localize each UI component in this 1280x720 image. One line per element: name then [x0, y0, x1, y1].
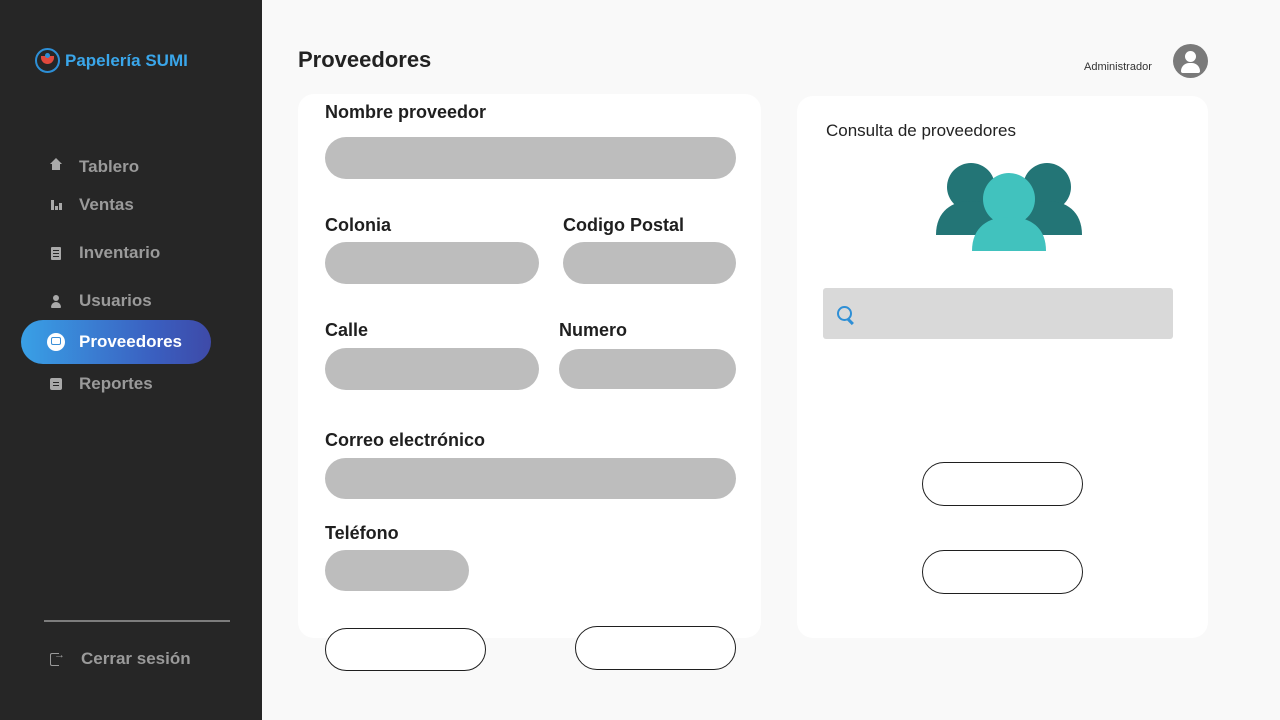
logout-icon	[50, 649, 65, 666]
sidebar-item-label: Inventario	[79, 243, 161, 262]
nombre-proveedor-field[interactable]	[325, 137, 736, 179]
telefono-label: Teléfono	[325, 523, 399, 543]
colonia-field[interactable]	[325, 242, 539, 284]
consulta-title: Consulta de proveedores	[826, 121, 1016, 140]
sidebar-divider	[44, 620, 230, 622]
sidebar-item-label: Reportes	[79, 374, 153, 393]
logout-label: Cerrar sesión	[81, 649, 191, 668]
bar-chart-icon	[49, 198, 63, 212]
supplier-search-input[interactable]	[823, 288, 1173, 339]
user-role-label: Administrador	[1084, 61, 1152, 73]
sidebar-item-usuarios[interactable]: Usuarios	[21, 279, 211, 323]
page-title: Proveedores	[298, 47, 432, 72]
globe-icon	[46, 332, 66, 352]
colonia-label: Colonia	[325, 215, 391, 235]
app-name: Papelería SUMI	[65, 50, 188, 70]
sidebar: Papelería SUMI Tablero Ventas Inventario…	[0, 0, 262, 720]
sidebar-item-label: Tablero	[79, 157, 140, 176]
suppliers-group-icon	[936, 163, 1082, 251]
sidebar-item-ventas[interactable]: Ventas	[21, 183, 211, 227]
sidebar-item-inventario[interactable]: Inventario	[21, 231, 211, 275]
avatar[interactable]	[1173, 44, 1208, 78]
document-icon	[49, 246, 63, 260]
correo-label: Correo electrónico	[325, 430, 486, 450]
sidebar-item-label: Proveedores	[79, 332, 182, 351]
sidebar-item-label: Ventas	[79, 195, 134, 214]
user-icon	[49, 294, 63, 308]
codigo-postal-label: Codigo Postal	[563, 215, 684, 235]
nombre-label: Nombre proveedor	[325, 102, 487, 122]
form-right-button[interactable]	[575, 626, 736, 670]
app-logo[interactable]: Papelería SUMI	[35, 48, 188, 73]
codigo-postal-field[interactable]	[563, 242, 736, 284]
correo-field[interactable]	[325, 458, 736, 499]
numero-field[interactable]	[559, 349, 736, 389]
calle-field[interactable]	[325, 348, 539, 390]
logout-button[interactable]: Cerrar sesión	[50, 646, 191, 672]
consulta-second-button[interactable]	[922, 550, 1083, 594]
telefono-field[interactable]	[325, 550, 469, 591]
numero-label: Numero	[559, 320, 628, 340]
sidebar-item-label: Usuarios	[79, 291, 152, 310]
home-icon	[49, 157, 63, 174]
consulta-first-button[interactable]	[922, 462, 1083, 506]
form-left-button[interactable]	[325, 628, 486, 671]
calle-label: Calle	[325, 320, 369, 340]
report-icon	[49, 377, 63, 391]
sidebar-item-proveedores[interactable]: Proveedores	[21, 320, 211, 364]
sidebar-item-reportes[interactable]: Reportes	[21, 362, 211, 406]
logo-icon	[35, 48, 60, 73]
search-icon	[837, 306, 855, 324]
